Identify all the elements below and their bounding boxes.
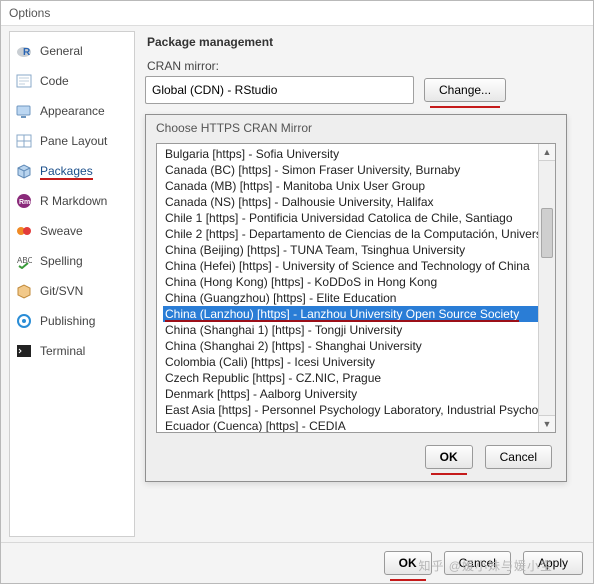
scroll-thumb[interactable]: [541, 208, 553, 258]
options-cancel-button[interactable]: Cancel: [444, 551, 511, 575]
mirror-list-item[interactable]: China (Beijing) [https] - TUNA Team, Tsi…: [163, 242, 539, 258]
mirror-list-item[interactable]: China (Hefei) [https] - University of Sc…: [163, 258, 539, 274]
sidebar-item-label: Terminal: [40, 344, 85, 358]
mirror-listbox[interactable]: Bulgaria [https] - Sofia UniversityCanad…: [156, 143, 556, 433]
options-sidebar: R General Code Appearance Pane Layout Pa…: [9, 31, 135, 537]
git-icon: [16, 283, 32, 299]
mirror-list-item[interactable]: China (Shanghai 2) [https] - Shanghai Un…: [163, 338, 539, 354]
code-icon: [16, 73, 32, 89]
mirror-list-item[interactable]: China (Lanzhou) [https] - Lanzhou Univer…: [163, 306, 539, 322]
window-content: R General Code Appearance Pane Layout Pa…: [1, 25, 593, 543]
publishing-icon: [16, 313, 32, 329]
window-title: Options: [9, 6, 50, 20]
mirror-list-items: Bulgaria [https] - Sofia UniversityCanad…: [157, 144, 539, 432]
sidebar-item-label: Git/SVN: [40, 284, 83, 298]
scroll-down-icon[interactable]: ▼: [539, 415, 555, 432]
sidebar-item-label: Pane Layout: [40, 134, 107, 148]
main-ok-wrap: OK: [384, 551, 432, 575]
scrollbar[interactable]: ▲ ▼: [538, 144, 555, 432]
sidebar-item-label: Sweave: [40, 224, 83, 238]
mirror-list-item[interactable]: Ecuador (Cuenca) [https] - CEDIA: [163, 418, 539, 432]
sidebar-item-appearance[interactable]: Appearance: [10, 96, 134, 126]
options-main: Package management CRAN mirror: Change..…: [135, 25, 593, 543]
sidebar-item-label: R Markdown: [40, 194, 107, 208]
choose-mirror-dialog: Choose HTTPS CRAN Mirror Bulgaria [https…: [145, 114, 567, 482]
pane-layout-icon: [16, 133, 32, 149]
change-button[interactable]: Change...: [424, 78, 506, 102]
mirror-list-item[interactable]: Chile 2 [https] - Departamento de Cienci…: [163, 226, 539, 242]
sidebar-item-code[interactable]: Code: [10, 66, 134, 96]
mirror-list-item[interactable]: Colombia (Cali) [https] - Icesi Universi…: [163, 354, 539, 370]
sidebar-item-packages[interactable]: Packages: [10, 156, 134, 186]
sidebar-item-label: Appearance: [40, 104, 105, 118]
sidebar-item-general[interactable]: R General: [10, 36, 134, 66]
rmarkdown-icon: Rmd: [16, 193, 32, 209]
mirror-list-item[interactable]: China (Guangzhou) [https] - Elite Educat…: [163, 290, 539, 306]
options-window: Options R General Code Appearance Pane L…: [0, 0, 594, 584]
sidebar-item-sweave[interactable]: Sweave: [10, 216, 134, 246]
appearance-icon: [16, 103, 32, 119]
options-apply-button[interactable]: Apply: [523, 551, 583, 575]
options-bottombar: OK Cancel Apply: [1, 542, 593, 583]
mirror-list-item[interactable]: East Asia [https] - Personnel Psychology…: [163, 402, 539, 418]
mirror-list-item[interactable]: Canada (BC) [https] - Simon Fraser Unive…: [163, 162, 539, 178]
cran-mirror-row: Change...: [145, 76, 583, 104]
dialog-title: Choose HTTPS CRAN Mirror: [146, 115, 566, 143]
mirror-list-item[interactable]: Bulgaria [https] - Sofia University: [163, 146, 539, 162]
sidebar-item-terminal[interactable]: Terminal: [10, 336, 134, 366]
mirror-list-item[interactable]: Czech Republic [https] - CZ.NIC, Prague: [163, 370, 539, 386]
svg-text:ABC: ABC: [17, 256, 32, 265]
mirror-list-item[interactable]: Chile 1 [https] - Pontificia Universidad…: [163, 210, 539, 226]
window-titlebar: Options: [1, 1, 593, 26]
sidebar-item-label: General: [40, 44, 83, 58]
mirror-list-item[interactable]: Denmark [https] - Aalborg University: [163, 386, 539, 402]
sweave-icon: [16, 223, 32, 239]
terminal-icon: [16, 343, 32, 359]
mirror-list-item[interactable]: Canada (MB) [https] - Manitoba Unix User…: [163, 178, 539, 194]
sidebar-item-label: Code: [40, 74, 69, 88]
svg-text:R: R: [23, 47, 31, 58]
sidebar-item-rmarkdown[interactable]: Rmd R Markdown: [10, 186, 134, 216]
mirror-list-item[interactable]: China (Shanghai 1) [https] - Tongji Univ…: [163, 322, 539, 338]
change-button-wrap: Change...: [424, 78, 506, 102]
dialog-button-row: OK Cancel: [146, 433, 566, 481]
ok-button-wrap: OK: [425, 445, 473, 469]
dialog-ok-button[interactable]: OK: [425, 445, 473, 469]
section-heading: Package management: [147, 35, 583, 49]
r-logo-icon: R: [16, 43, 32, 59]
sidebar-item-spelling[interactable]: ABC Spelling: [10, 246, 134, 276]
sidebar-item-label: Spelling: [40, 254, 83, 268]
dialog-cancel-button[interactable]: Cancel: [485, 445, 552, 469]
cran-mirror-label: CRAN mirror:: [147, 59, 583, 73]
options-ok-button[interactable]: OK: [384, 551, 432, 575]
sidebar-item-pane-layout[interactable]: Pane Layout: [10, 126, 134, 156]
cran-mirror-input[interactable]: [145, 76, 414, 104]
sidebar-item-label: Publishing: [40, 314, 95, 328]
svg-text:Rmd: Rmd: [19, 199, 32, 206]
sidebar-item-label: Packages: [40, 164, 93, 178]
scroll-up-icon[interactable]: ▲: [539, 144, 555, 161]
spelling-icon: ABC: [16, 253, 32, 269]
mirror-list-item[interactable]: Canada (NS) [https] - Dalhousie Universi…: [163, 194, 539, 210]
packages-icon: [16, 163, 32, 179]
mirror-list-item[interactable]: China (Hong Kong) [https] - KoDDoS in Ho…: [163, 274, 539, 290]
sidebar-item-git-svn[interactable]: Git/SVN: [10, 276, 134, 306]
sidebar-item-publishing[interactable]: Publishing: [10, 306, 134, 336]
